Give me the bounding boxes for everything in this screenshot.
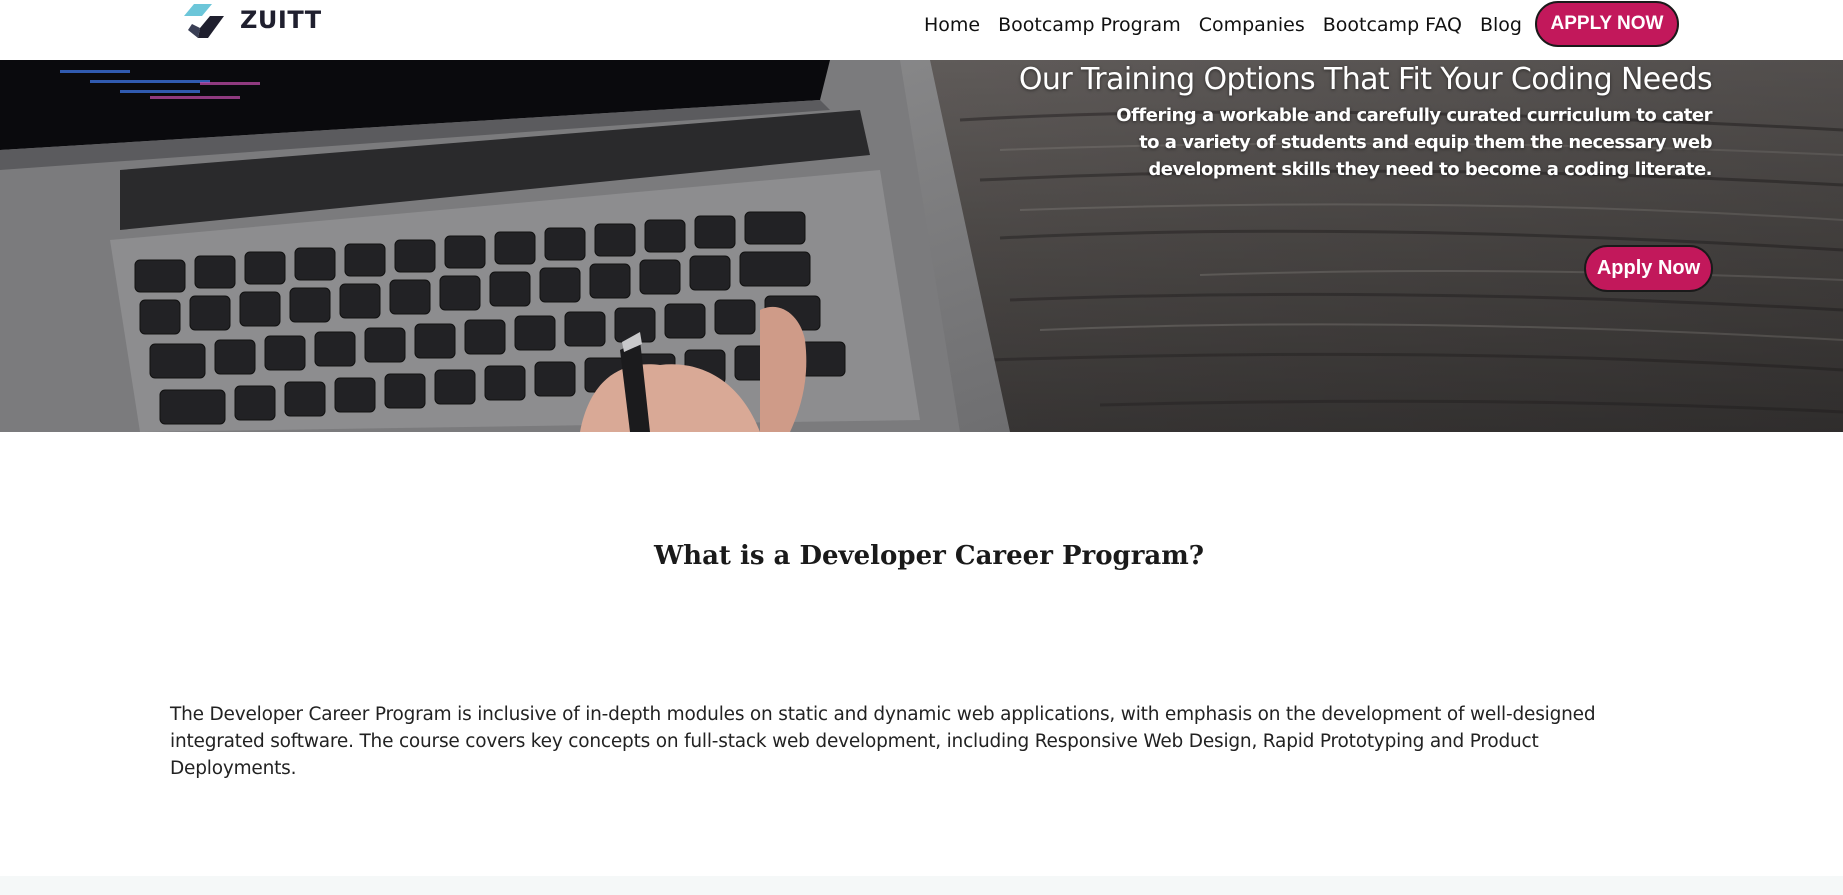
hero-banner: Our Training Options That Fit Your Codin… — [0, 60, 1843, 432]
nav-link-home[interactable]: Home — [924, 14, 980, 36]
footer-band — [0, 876, 1843, 895]
apply-now-nav-button[interactable]: APPLY NOW — [1535, 1, 1679, 47]
nav-link-bootcamp-program[interactable]: Bootcamp Program — [998, 14, 1181, 36]
brand-logo[interactable]: ZUITT — [178, 0, 322, 44]
nav-link-companies[interactable]: Companies — [1199, 14, 1305, 36]
section-heading: What is a Developer Career Program? — [653, 541, 1205, 571]
hero-subtitle: Offering a workable and carefully curate… — [1116, 105, 1712, 180]
top-navbar: ZUITT Home Bootcamp Program Companies Bo… — [0, 0, 1843, 60]
nav-link-blog[interactable]: Blog — [1480, 14, 1522, 36]
apply-now-hero-button[interactable]: Apply Now — [1584, 245, 1713, 292]
hero-title: Our Training Options That Fit Your Codin… — [1018, 62, 1713, 97]
program-description: The Developer Career Program is inclusiv… — [170, 704, 1596, 779]
nav-link-bootcamp-faq[interactable]: Bootcamp FAQ — [1323, 14, 1462, 36]
zuitt-logo-icon — [184, 4, 224, 38]
brand-name: ZUITT — [240, 6, 322, 34]
main-nav: Home Bootcamp Program Companies Bootcamp… — [924, 10, 1540, 40]
